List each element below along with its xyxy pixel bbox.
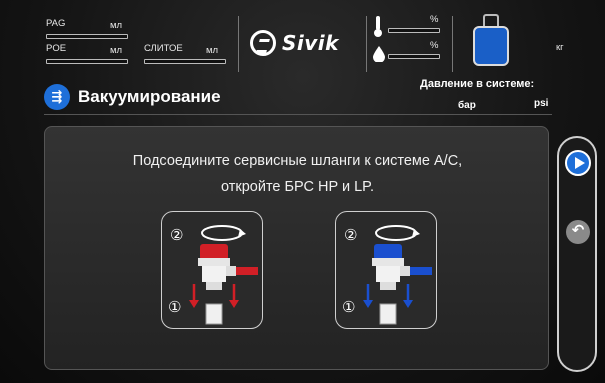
tank-unit: кг xyxy=(556,42,564,53)
vacuum-icon: ⇶ xyxy=(44,84,70,110)
brand-name: Sivik xyxy=(282,31,339,55)
refrigerant-tank-icon xyxy=(473,14,509,68)
pag-unit: мл xyxy=(110,20,123,31)
step-push-number: ① xyxy=(342,298,355,316)
instruction-line-1: Подсоедините сервисные шланги к системе … xyxy=(132,153,463,169)
pressure-label: Давление в системе: xyxy=(420,78,535,90)
humidity-icon xyxy=(373,46,385,62)
lp-coupler-card: ② ① xyxy=(335,211,437,329)
drain-value-field xyxy=(144,59,226,64)
poe-value-field xyxy=(46,59,128,64)
lp-coupler-illustration: ② ① xyxy=(342,225,432,325)
divider xyxy=(366,16,367,72)
poe-label: POE xyxy=(46,43,67,54)
poe-unit: мл xyxy=(110,45,123,56)
pressure-unit-bar: бар xyxy=(458,100,476,111)
divider xyxy=(238,16,239,72)
next-button[interactable] xyxy=(565,150,591,176)
step-push-number: ① xyxy=(168,298,181,316)
divider xyxy=(44,114,552,115)
step-rotate-number: ② xyxy=(344,226,357,244)
logo-mark-icon xyxy=(250,30,276,56)
humidity-value-field xyxy=(388,54,440,59)
brand-logo: Sivik xyxy=(250,26,360,60)
page-title: ⇶ Вакуумирование xyxy=(44,82,221,112)
back-arrow-icon: ↶ xyxy=(571,222,585,239)
pag-label: PAG xyxy=(46,18,66,29)
thermometer-icon xyxy=(374,16,382,37)
pressure-unit-psi: psi xyxy=(534,98,549,109)
drain-label: СЛИТОЕ xyxy=(144,43,183,54)
instruction-panel: Подсоедините сервисные шланги к системе … xyxy=(44,126,549,370)
screen: PAG мл POE мл СЛИТОЕ мл Sivik % % кг ⇶ В… xyxy=(0,0,605,383)
page-title-text: Вакуумирование xyxy=(78,87,221,106)
pag-value-field xyxy=(46,34,128,39)
temp-unit: % xyxy=(430,14,439,25)
divider xyxy=(452,16,453,72)
side-nav: ↶ xyxy=(557,136,597,372)
instruction-line-2: откройте БРС HP и LP. xyxy=(221,179,374,195)
temp-value-field xyxy=(388,28,440,33)
hp-coupler-illustration: ② ① xyxy=(168,225,258,325)
drain-unit: мл xyxy=(206,45,219,56)
status-header: PAG мл POE мл СЛИТОЕ мл Sivik % % кг xyxy=(38,12,578,72)
humidity-unit: % xyxy=(430,40,439,51)
step-rotate-number: ② xyxy=(170,226,183,244)
hp-coupler-card: ② ① xyxy=(161,211,263,329)
back-button[interactable]: ↶ xyxy=(566,220,590,244)
